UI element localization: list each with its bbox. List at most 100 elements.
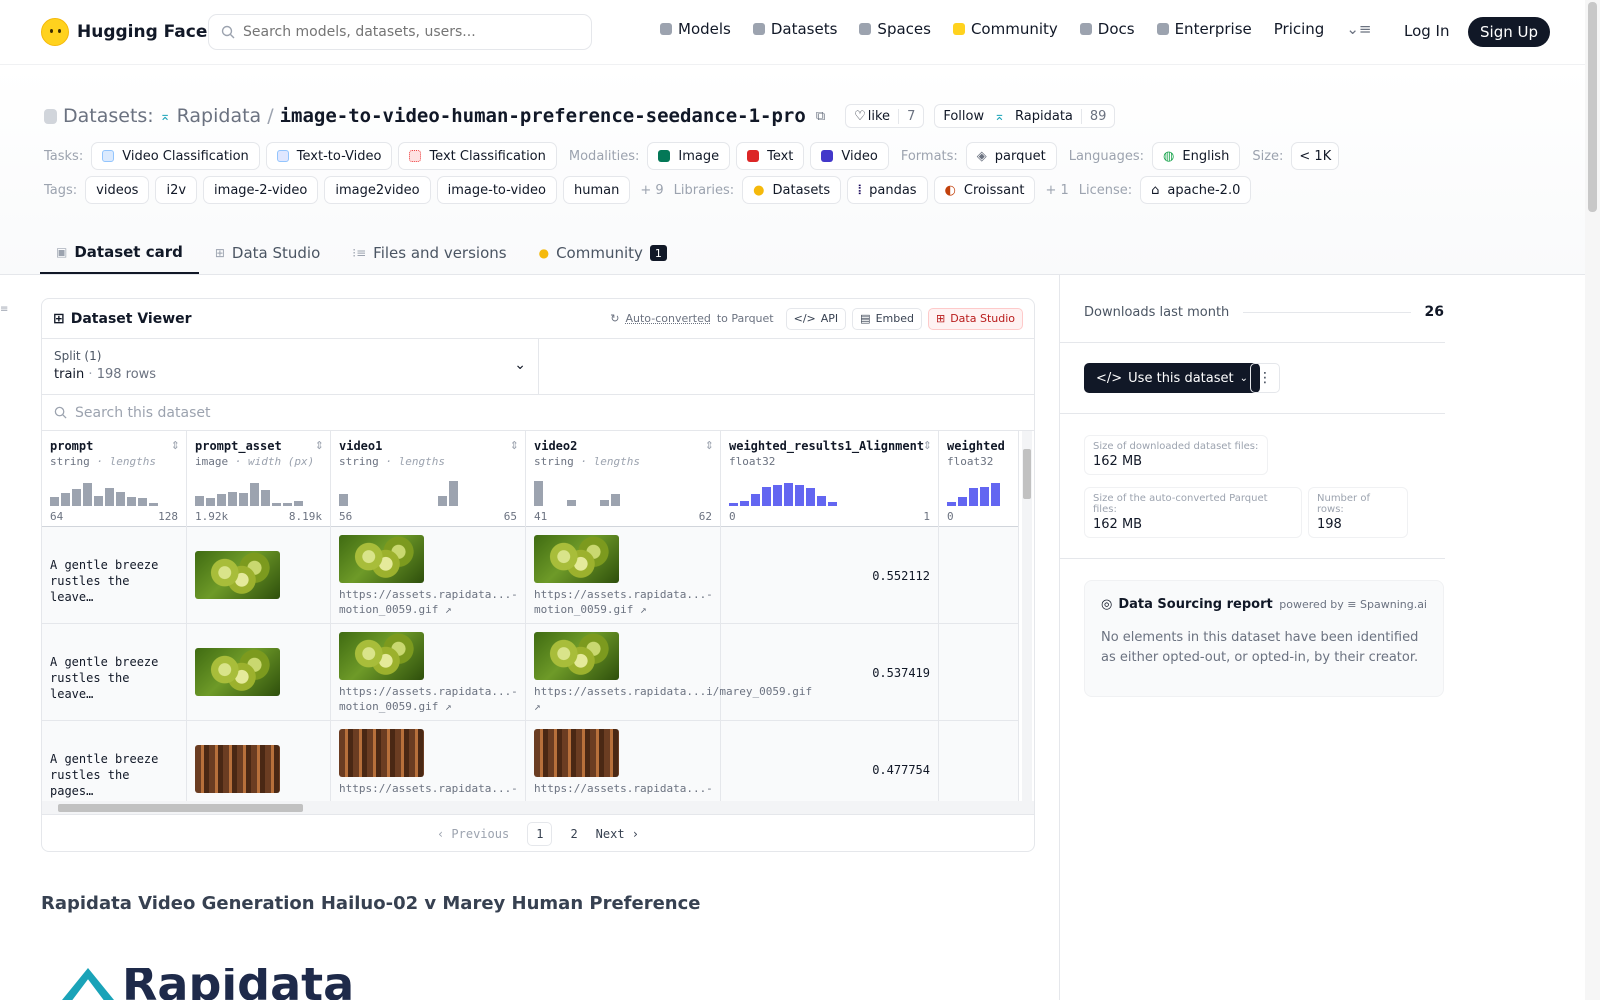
tab-data-studio[interactable]: ⊞ Data Studio: [199, 232, 336, 274]
video-preview[interactable]: [339, 535, 424, 583]
column-histogram[interactable]: [339, 478, 458, 506]
vertical-scrollbar[interactable]: [1022, 431, 1032, 801]
histogram-bar[interactable]: [272, 503, 281, 506]
column-histogram[interactable]: [50, 478, 158, 506]
table-cell[interactable]: [939, 527, 1018, 624]
histogram-bar[interactable]: [250, 482, 259, 506]
histogram-bar[interactable]: [339, 494, 348, 506]
nav-datasets[interactable]: Datasets: [752, 20, 837, 38]
histogram-bar[interactable]: [261, 490, 270, 506]
histogram-bar[interactable]: [50, 496, 59, 506]
video-url-link[interactable]: https://assets.rapidata...-: [534, 782, 713, 795]
like-button[interactable]: ♡ like 7: [845, 104, 925, 128]
library-tag[interactable]: ● Datasets: [742, 176, 842, 204]
histogram-bar[interactable]: [294, 500, 303, 506]
column-histogram[interactable]: [534, 478, 620, 506]
column-header[interactable]: weighted float32 0: [939, 431, 1018, 527]
tags-more[interactable]: + 9: [640, 183, 663, 198]
table-cell[interactable]: 0.477754: [721, 721, 938, 801]
histogram-bar[interactable]: [773, 485, 782, 506]
column-header[interactable]: video2 ⇕ string · lengths 41 62: [526, 431, 720, 527]
format-tag[interactable]: ◈ parquet: [965, 142, 1057, 170]
modality-tag[interactable]: Text: [736, 142, 805, 170]
tag-chip[interactable]: human: [562, 176, 631, 204]
video-url-link[interactable]: https://assets.rapidata...-motion_0059.g…: [339, 685, 518, 713]
table-cell[interactable]: 0.552112: [721, 527, 938, 624]
copy-icon[interactable]: ⧉: [816, 109, 825, 124]
use-dataset-button[interactable]: </> Use this dataset ⌄: [1084, 363, 1260, 393]
modality-tag[interactable]: Image: [647, 142, 731, 170]
column-histogram[interactable]: [729, 478, 837, 506]
external-link-icon[interactable]: ↗: [438, 700, 452, 713]
nav-pricing[interactable]: Pricing: [1274, 20, 1325, 38]
next-page-button[interactable]: Next ›: [596, 827, 639, 841]
sort-icon[interactable]: ⇕: [171, 439, 180, 452]
video-url-link[interactable]: https://assets.rapidata...-motion_0059.g…: [534, 588, 713, 616]
tag-chip[interactable]: videos: [85, 176, 150, 204]
auto-converted-link[interactable]: Auto-converted: [626, 312, 711, 325]
modality-tag[interactable]: Video: [810, 142, 889, 170]
nav-docs[interactable]: Docs: [1079, 20, 1135, 38]
video-url-link[interactable]: https://assets.rapidata...-: [339, 782, 518, 795]
external-link-icon[interactable]: ↗: [633, 603, 647, 616]
column-header[interactable]: prompt_asset ⇕ image · width (px) 1.92k 8.19…: [187, 431, 330, 527]
histogram-bar[interactable]: [795, 485, 804, 506]
data-studio-button[interactable]: ⊞ Data Studio: [927, 307, 1023, 330]
histogram-bar[interactable]: [138, 498, 147, 506]
language-tag[interactable]: ◍ English: [1152, 142, 1241, 170]
horizontal-scrollbar[interactable]: [42, 801, 1034, 815]
table-cell[interactable]: https://assets.rapidata...-motion_0059.g…: [331, 527, 525, 624]
table-cell[interactable]: 0.537419: [721, 624, 938, 721]
histogram-bar[interactable]: [600, 499, 609, 506]
tab-community[interactable]: ● Community 1: [523, 232, 683, 274]
histogram-bar[interactable]: [969, 487, 978, 506]
nav-models[interactable]: Models: [660, 20, 731, 38]
repo-name[interactable]: image-to-video-human-preference-seedance…: [280, 105, 806, 127]
global-search-input[interactable]: [243, 24, 563, 40]
histogram-bar[interactable]: [611, 494, 620, 506]
sort-icon[interactable]: ⇕: [315, 439, 324, 452]
column-histogram[interactable]: [195, 478, 303, 506]
table-cell[interactable]: [187, 721, 330, 801]
histogram-bar[interactable]: [817, 495, 826, 506]
toc-toggle-icon[interactable]: ≡: [0, 304, 8, 315]
task-tag[interactable]: Text Classification: [398, 142, 557, 170]
task-tag[interactable]: Text-to-Video: [265, 142, 393, 170]
prompt-image[interactable]: [195, 648, 280, 696]
tag-chip[interactable]: image-2-video: [203, 176, 319, 204]
video-preview[interactable]: [534, 535, 619, 583]
histogram-bar[interactable]: [980, 486, 989, 506]
table-cell[interactable]: [187, 624, 330, 721]
brand-logo[interactable]: Hugging Face: [41, 18, 207, 46]
histogram-bar[interactable]: [283, 503, 292, 506]
histogram-bar[interactable]: [947, 502, 956, 506]
size-tag[interactable]: < 1K: [1291, 142, 1340, 170]
histogram-bar[interactable]: [195, 495, 204, 506]
tag-chip[interactable]: i2v: [155, 176, 198, 204]
histogram-bar[interactable]: [751, 494, 760, 506]
table-cell[interactable]: https://assets.rapidata...i/marey_0059.g…: [526, 624, 812, 721]
histogram-bar[interactable]: [217, 494, 226, 506]
table-cell[interactable]: https://assets.rapidata...-motion_0059.g…: [331, 624, 525, 721]
histogram-bar[interactable]: [105, 487, 114, 506]
more-options-button[interactable]: ⋮: [1250, 363, 1280, 393]
repo-type[interactable]: Datasets:: [63, 105, 154, 127]
histogram-bar[interactable]: [72, 489, 81, 506]
prompt-image[interactable]: [195, 745, 280, 793]
api-button[interactable]: </> API: [785, 307, 847, 330]
histogram-bar[interactable]: [729, 503, 738, 506]
histogram-bar[interactable]: [127, 496, 136, 506]
sort-icon[interactable]: ⇕: [510, 439, 519, 452]
global-search[interactable]: [208, 14, 592, 50]
histogram-bar[interactable]: [806, 487, 815, 506]
histogram-bar[interactable]: [61, 493, 70, 506]
follow-button[interactable]: Follow ⌅ Rapidata 89: [934, 104, 1116, 128]
tag-chip[interactable]: image2video: [324, 176, 431, 204]
repo-owner[interactable]: Rapidata: [177, 105, 262, 127]
embed-button[interactable]: ▤ Embed: [852, 307, 922, 330]
page-1-button[interactable]: 1: [527, 822, 553, 846]
histogram-bar[interactable]: [239, 493, 248, 506]
table-cell[interactable]: A gentle breeze rustles the leave…: [42, 624, 186, 721]
page-2-button[interactable]: 2: [570, 827, 577, 841]
column-header[interactable]: video1 ⇕ string · lengths 56 65: [331, 431, 525, 527]
